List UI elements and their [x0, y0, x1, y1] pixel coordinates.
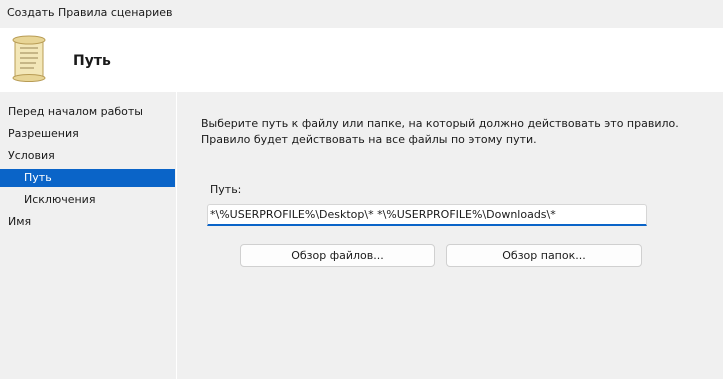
sidebar-item-label: Разрешения — [8, 127, 79, 140]
scroll-icon — [6, 34, 50, 82]
sidebar-item-before-you-begin[interactable]: Перед началом работы — [0, 103, 175, 121]
page-heading: Путь — [73, 53, 111, 69]
wizard-steps-sidebar: Перед началом работы Разрешения Условия … — [0, 92, 175, 379]
window-title: Создать Правила сценариев — [7, 6, 173, 19]
path-label: Путь: — [210, 183, 242, 196]
sidebar-item-label: Условия — [8, 149, 55, 162]
browse-folders-button[interactable]: Обзор папок... — [446, 244, 642, 267]
sidebar-item-label: Имя — [8, 215, 32, 228]
wizard-header: Путь — [0, 28, 723, 92]
sidebar-item-conditions[interactable]: Условия — [0, 147, 175, 165]
description: Выберите путь к файлу или папке, на кото… — [201, 116, 701, 148]
description-line-1: Выберите путь к файлу или папке, на кото… — [201, 117, 679, 130]
sidebar-item-exceptions[interactable]: Исключения — [0, 191, 175, 209]
sidebar-item-label: Путь — [24, 171, 52, 184]
main-panel: Выберите путь к файлу или папке, на кото… — [177, 92, 723, 379]
browse-files-button[interactable]: Обзор файлов... — [240, 244, 435, 267]
sidebar-item-permissions[interactable]: Разрешения — [0, 125, 175, 143]
path-input[interactable] — [207, 204, 647, 226]
sidebar-item-label: Исключения — [24, 193, 96, 206]
sidebar-item-name[interactable]: Имя — [0, 213, 175, 231]
sidebar-item-path[interactable]: Путь — [0, 169, 175, 187]
sidebar-item-label: Перед началом работы — [8, 105, 143, 118]
description-line-2: Правило будет действовать на все файлы п… — [201, 133, 537, 146]
title-bar: Создать Правила сценариев — [0, 0, 723, 28]
